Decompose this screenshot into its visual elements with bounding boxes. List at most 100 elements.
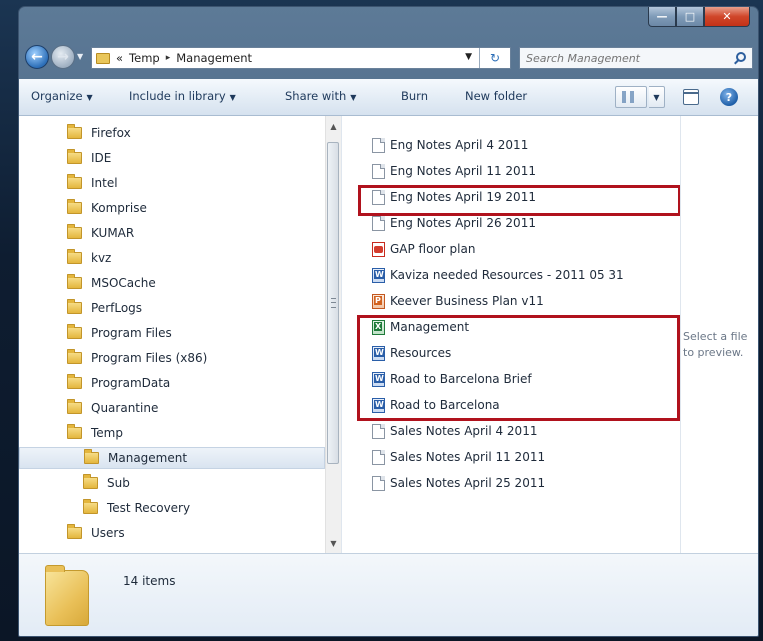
file-resources[interactable]: Resources	[372, 342, 451, 364]
tree-item-kumar[interactable]: KUMAR	[67, 222, 134, 244]
file-name: Sales Notes April 11 2011	[390, 450, 546, 464]
refresh-button[interactable]: ↻	[479, 48, 510, 68]
main-content: Firefox IDE Intel Komprise KUMAR kvz MSO…	[19, 116, 758, 553]
file-road-to-barcelona[interactable]: Road to Barcelona	[372, 394, 500, 416]
folder-icon	[67, 299, 82, 314]
file-eng-notes-april-19-2011[interactable]: Eng Notes April 19 2011	[372, 186, 536, 208]
tree-item-kvz[interactable]: kvz	[67, 247, 111, 269]
scroll-up-icon[interactable]: ▲	[326, 118, 341, 134]
tree-item-label: kvz	[91, 251, 112, 265]
search-input[interactable]	[526, 51, 726, 65]
tree-item-program-files[interactable]: Program Files	[67, 322, 172, 344]
tree-item-test-recovery[interactable]: Test Recovery	[83, 497, 190, 519]
folder-icon	[67, 249, 82, 264]
preview-pane: Select a file to preview.	[680, 116, 758, 553]
document-icon	[372, 137, 385, 153]
breadcrumb-temp[interactable]: Temp	[129, 51, 160, 65]
folder-icon	[84, 449, 99, 464]
preview-message: Select a file to preview.	[683, 330, 748, 359]
file-eng-notes-april-11-2011[interactable]: Eng Notes April 11 2011	[372, 160, 536, 182]
burn-button[interactable]: Burn	[401, 89, 428, 103]
tree-item-label: Intel	[91, 176, 118, 190]
file-name: Eng Notes April 26 2011	[390, 216, 536, 230]
back-button[interactable]: ←	[25, 45, 49, 69]
file-gap-floor-plan[interactable]: GAP floor plan	[372, 238, 475, 260]
scroll-thumb[interactable]	[327, 142, 339, 464]
close-button[interactable]: ✕	[704, 7, 750, 27]
tree-item-label: Program Files	[91, 326, 172, 340]
search-icon[interactable]	[736, 52, 746, 62]
tree-item-sub[interactable]: Sub	[83, 472, 130, 494]
new-folder-button[interactable]: New folder	[465, 89, 527, 103]
tree-item-msocache[interactable]: MSOCache	[67, 272, 156, 294]
breadcrumb-management[interactable]: Management	[176, 51, 252, 65]
folder-icon	[83, 499, 98, 514]
tree-item-firefox[interactable]: Firefox	[67, 122, 131, 144]
search-box[interactable]	[519, 47, 753, 69]
help-icon[interactable]: ?	[720, 88, 738, 106]
large-folder-icon	[45, 565, 89, 626]
folder-icon	[67, 424, 82, 439]
document-icon	[372, 475, 385, 491]
tree-item-ide[interactable]: IDE	[67, 147, 111, 169]
tree-item-quarantine[interactable]: Quarantine	[67, 397, 158, 419]
back-arrow-icon: ←	[31, 49, 43, 65]
recent-pages-dropdown[interactable]: ▼	[77, 52, 89, 64]
tree-item-program-files-x86[interactable]: Program Files (x86)	[67, 347, 207, 369]
chevron-down-icon: ▼	[350, 93, 357, 102]
tree-item-intel[interactable]: Intel	[67, 172, 118, 194]
chevron-down-icon: ▼	[229, 93, 236, 102]
word-icon	[372, 397, 385, 413]
tree-item-label: Management	[108, 451, 188, 465]
maximize-button[interactable]: □	[676, 7, 704, 27]
window-controls: — □ ✕	[648, 7, 750, 27]
change-view-button[interactable]	[615, 86, 647, 108]
title-bar[interactable]: — □ ✕	[19, 7, 758, 39]
tree-item-label: Sub	[107, 476, 130, 490]
word-icon	[372, 345, 385, 361]
address-overflow[interactable]: «	[116, 51, 123, 65]
tree-item-perflogs[interactable]: PerfLogs	[67, 297, 142, 319]
tree-item-users[interactable]: Users	[67, 522, 125, 544]
view-options-dropdown[interactable]: ▼	[649, 86, 665, 108]
tree-item-temp[interactable]: Temp	[67, 422, 123, 444]
file-sales-notes-april-4-2011[interactable]: Sales Notes April 4 2011	[372, 420, 537, 442]
file-eng-notes-april-26-2011[interactable]: Eng Notes April 26 2011	[372, 212, 536, 234]
file-management[interactable]: Management	[372, 316, 469, 338]
breadcrumb-separator-icon[interactable]: ▸	[166, 53, 171, 63]
include-in-library-label: Include in library	[129, 89, 226, 103]
document-icon	[372, 189, 385, 205]
tree-item-label: Test Recovery	[107, 501, 191, 515]
file-kaviza-needed-resources[interactable]: Kaviza needed Resources - 2011 05 31	[372, 264, 624, 286]
file-name: Sales Notes April 25 2011	[390, 476, 546, 490]
tree-item-label: MSOCache	[91, 276, 156, 290]
file-sales-notes-april-25-2011[interactable]: Sales Notes April 25 2011	[372, 472, 545, 494]
scroll-down-icon[interactable]: ▼	[326, 535, 341, 551]
file-eng-notes-april-4-2011[interactable]: Eng Notes April 4 2011	[372, 134, 528, 156]
tree-item-management[interactable]: Management	[19, 447, 325, 469]
minimize-button[interactable]: —	[648, 7, 676, 27]
file-sales-notes-april-11-2011[interactable]: Sales Notes April 11 2011	[372, 446, 545, 468]
forward-button[interactable]: →	[51, 45, 75, 69]
address-bar[interactable]: « Temp ▸ Management ▼ ↻	[91, 47, 511, 69]
share-with-button[interactable]: Share with ▼	[285, 89, 356, 103]
preview-pane-toggle-icon[interactable]	[683, 89, 699, 105]
tree-item-komprise[interactable]: Komprise	[67, 197, 147, 219]
address-dropdown-icon[interactable]: ▼	[465, 52, 472, 62]
word-icon	[372, 371, 385, 387]
file-road-to-barcelona-brief[interactable]: Road to Barcelona Brief	[372, 368, 532, 390]
include-in-library-button[interactable]: Include in library ▼	[129, 89, 236, 103]
address-row: ← → ▼ « Temp ▸ Management ▼ ↻	[19, 41, 758, 73]
organize-button[interactable]: Organize ▼	[31, 89, 93, 103]
share-with-label: Share with	[285, 89, 347, 103]
folder-icon	[96, 52, 110, 64]
file-keever-business-plan-v11[interactable]: Keever Business Plan v11	[372, 290, 544, 312]
folder-icon	[67, 374, 82, 389]
file-name: Resources	[390, 346, 452, 360]
tree-item-programdata[interactable]: ProgramData	[67, 372, 170, 394]
scroll-grip-icon	[331, 298, 336, 308]
folder-icon	[67, 224, 82, 239]
navigation-scrollbar[interactable]: ▲ ▼	[325, 116, 341, 553]
refresh-icon: ↻	[489, 51, 501, 65]
item-count: 14 items	[123, 574, 176, 588]
